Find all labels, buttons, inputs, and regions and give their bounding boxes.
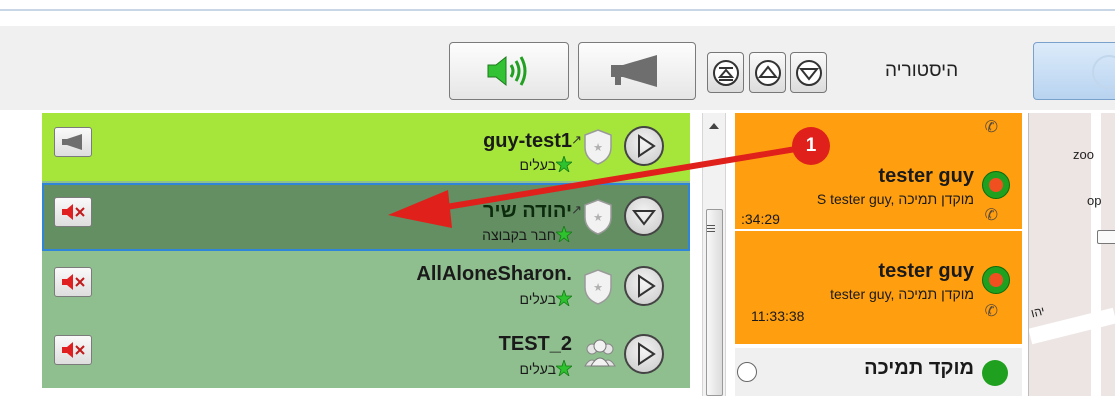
user-volume-button[interactable] [54, 267, 92, 297]
play-icon[interactable] [737, 362, 757, 382]
scroll-up-arrow[interactable] [709, 123, 719, 129]
group-icon [584, 339, 616, 367]
pencil-icon[interactable]: ↗ [571, 132, 582, 148]
star-icon [556, 156, 572, 172]
user-role: בעלים [519, 361, 556, 377]
window-top-strip [0, 0, 1115, 14]
megaphone-icon [611, 55, 657, 87]
user-volume-button[interactable] [54, 197, 92, 227]
shield-icon: ★ [584, 199, 612, 235]
play-button[interactable] [624, 266, 664, 306]
chevron-down-icon [631, 210, 657, 226]
handset-icon: ✆ [984, 207, 998, 224]
calls-panel: ✆ tester guy S tester guy, מוקדן תמיכה :… [735, 113, 1022, 396]
scroll-to-end-icon [712, 59, 739, 86]
speaker-button[interactable] [449, 42, 569, 100]
scroll-bottom-button[interactable] [707, 52, 744, 93]
call-time: 11:33:38 [751, 308, 805, 324]
handset-icon: ✆ [984, 303, 998, 320]
play-icon [638, 274, 656, 298]
svg-text:★: ★ [593, 141, 603, 154]
user-role: חבר בקבוצה [482, 227, 556, 243]
pencil-icon[interactable]: ↗ [571, 202, 582, 218]
call-item[interactable]: ✆ tester guy S tester guy, מוקדן תמיכה :… [735, 113, 1022, 229]
call-detail: S tester guy, מוקדן תמיכה [816, 191, 974, 207]
megaphone-icon [62, 134, 82, 150]
user-role: בעלים [519, 291, 556, 307]
play-button[interactable] [624, 126, 664, 166]
call-title: tester guy [878, 165, 974, 187]
user-name: יהודה שיר [483, 200, 572, 222]
user-volume-button[interactable] [54, 127, 92, 157]
scroll-thumb[interactable] [706, 209, 723, 396]
muted-speaker-icon [62, 342, 85, 358]
history-label: היסטוריה [885, 60, 959, 81]
user-name: TEST_2 [498, 333, 572, 355]
shield-icon: ★ [584, 269, 612, 305]
user-volume-button[interactable] [54, 335, 92, 365]
play-icon [638, 342, 656, 366]
scroll-up-button[interactable] [749, 52, 786, 93]
star-icon [556, 360, 572, 376]
scroll-down-button[interactable] [790, 52, 827, 93]
broadcast-button[interactable] [578, 42, 696, 100]
phone-icon[interactable] [982, 360, 1008, 386]
user-name: guy-test1 [483, 130, 572, 152]
play-button[interactable] [624, 334, 664, 374]
user-row-selected[interactable]: יהודה שיר ↗ חבר בקבוצה ★ [42, 183, 690, 251]
speaker-on-icon [487, 55, 527, 87]
step-badge: 1 [792, 127, 830, 165]
chevron-up-icon [754, 59, 781, 86]
expand-button[interactable] [624, 196, 664, 236]
map-street-label: יהו [1029, 303, 1047, 321]
user-row[interactable]: guy-test1 ↗ בעלים ★ [42, 113, 690, 181]
map-zoom-label: zoo [1073, 147, 1094, 162]
star-icon [556, 226, 572, 242]
call-item[interactable]: מוקד תמיכה [735, 348, 1022, 396]
scroll-grip [707, 225, 715, 234]
star-icon [556, 290, 572, 306]
call-title: מוקד תמיכה [864, 357, 974, 379]
map-toolbar-button[interactable] [1033, 42, 1115, 100]
calls-scrollbar[interactable] [702, 113, 726, 396]
handset-icon: ✆ [984, 119, 998, 136]
call-detail: tester guy, מוקדן תמיכה [830, 286, 974, 302]
top-divider [0, 9, 1115, 11]
map-slider[interactable] [1097, 230, 1115, 244]
user-role: בעלים [519, 157, 556, 173]
map-button-icon [1092, 55, 1115, 89]
user-row[interactable]: TEST_2 בעלים [42, 321, 690, 389]
play-icon [638, 134, 656, 158]
muted-speaker-icon [62, 204, 85, 220]
chevron-down-icon [795, 59, 822, 86]
user-row[interactable]: AllAloneSharon. בעלים ★ [42, 253, 690, 321]
svg-text:★: ★ [593, 281, 603, 294]
missed-call-icon[interactable] [982, 171, 1010, 199]
shield-icon: ★ [584, 129, 612, 165]
call-title: tester guy [878, 260, 974, 282]
map-option-label: op [1087, 193, 1102, 208]
user-list: guy-test1 ↗ בעלים ★ יהודה שיר ↗ חבר בקבו… [42, 113, 690, 388]
muted-speaker-icon [62, 274, 85, 290]
call-item[interactable]: tester guy tester guy, מוקדן תמיכה 11:33… [735, 231, 1022, 344]
map-panel[interactable]: zoo op יהו [1028, 113, 1115, 396]
user-name: AllAloneSharon. [416, 263, 572, 285]
call-time: :34:29 [741, 211, 780, 227]
svg-text:★: ★ [593, 211, 603, 224]
missed-call-icon[interactable] [982, 266, 1010, 294]
